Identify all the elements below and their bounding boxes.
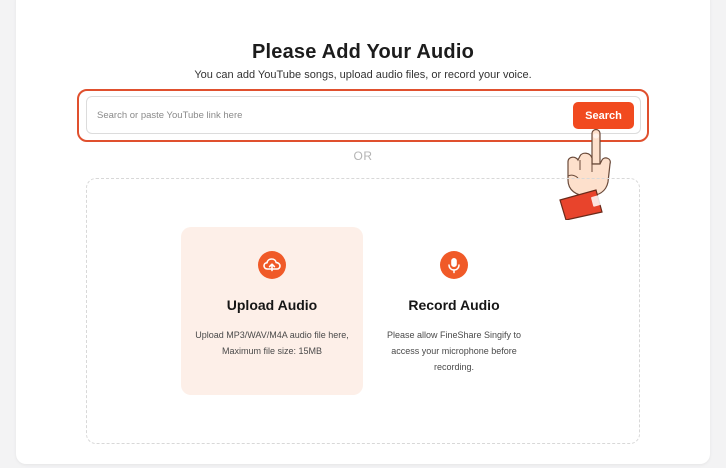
upload-audio-title: Upload Audio <box>226 297 318 313</box>
record-audio-title: Record Audio <box>408 297 500 313</box>
microphone-icon <box>440 251 468 279</box>
record-audio-option[interactable]: Record Audio Please allow FineShare Sing… <box>363 227 545 395</box>
cloud-upload-icon <box>258 251 286 279</box>
upload-audio-option[interactable]: Upload Audio Upload MP3/WAV/M4A audio fi… <box>181 227 363 395</box>
upload-audio-description: Upload MP3/WAV/M4A audio file here, Maxi… <box>195 330 349 356</box>
page-subtitle: You can add YouTube songs, upload audio … <box>194 69 532 81</box>
page-title: Please Add Your Audio <box>251 41 474 63</box>
record-audio-description: Please allow FineShare Singify to access… <box>386 330 522 372</box>
